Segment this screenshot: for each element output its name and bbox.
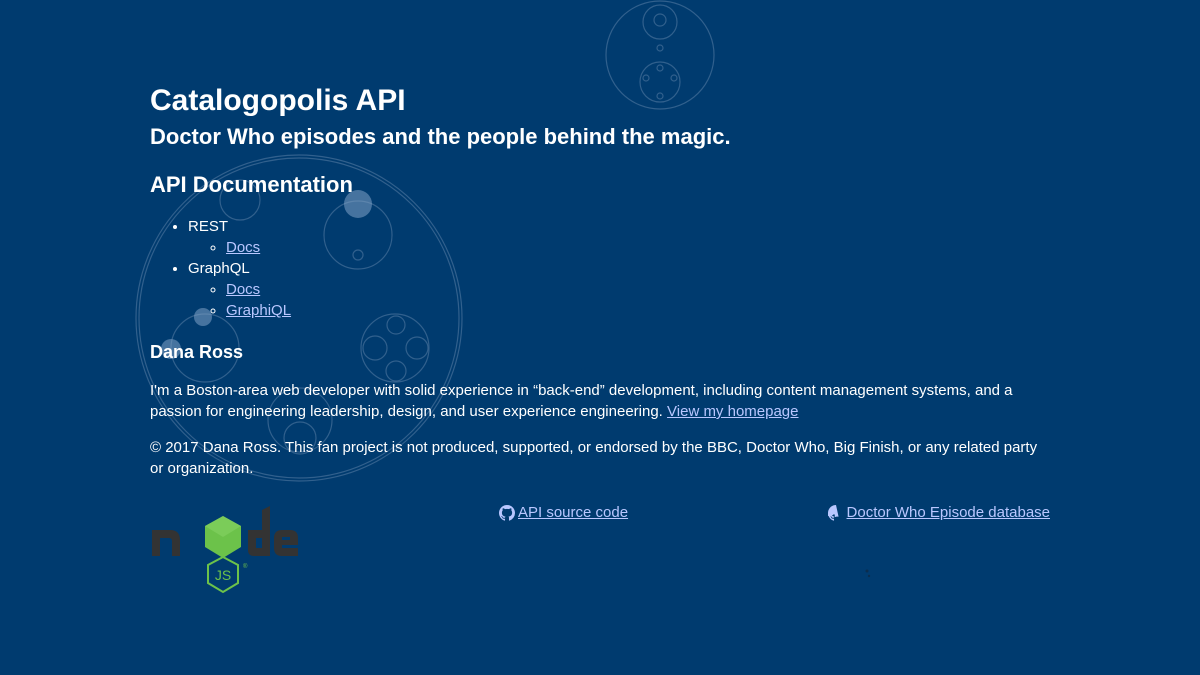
svg-text:JS: JS (215, 567, 231, 583)
list-item-label: REST (188, 218, 229, 235)
api-docs-heading: API Documentation (150, 172, 353, 197)
list-item: Docs (226, 237, 1050, 258)
graphql-links: Docs GraphiQL (188, 279, 1050, 321)
rest-links: Docs (188, 237, 1050, 258)
copyright-text: © 2017 Dana Ross. This fan project is no… (150, 439, 1038, 477)
svg-text:®: ® (243, 563, 248, 570)
graphiql-link[interactable]: GraphiQL (226, 302, 291, 319)
list-item-label: GraphQL (188, 260, 250, 277)
page: Catalogopolis API Doctor Who episodes an… (0, 0, 1200, 675)
api-docs-list: REST Docs GraphQL Docs GraphiQL (150, 216, 1050, 321)
github-icon (499, 505, 515, 521)
rest-docs-link[interactable]: Docs (226, 239, 260, 256)
homepage-link[interactable]: View my homepage (667, 403, 798, 420)
footer: JS ® API source code Doctor Who Episode … (150, 500, 1050, 600)
graphql-docs-link[interactable]: Docs (226, 281, 260, 298)
page-title: Catalogopolis API (150, 84, 406, 117)
page-subtitle: Doctor Who episodes and the people behin… (150, 124, 731, 149)
list-item-graphql: GraphQL Docs GraphiQL (188, 258, 1050, 321)
list-item: GraphiQL (226, 300, 1050, 321)
api-source-link[interactable]: API source code (518, 503, 628, 523)
list-item-rest: REST Docs (188, 216, 1050, 258)
episode-db-link-group: Doctor Who Episode database (827, 503, 1050, 523)
main-content: Catalogopolis API Doctor Who episodes an… (150, 84, 1050, 479)
github-icon (827, 505, 844, 521)
bio-text: I'm a Boston-area web developer with sol… (150, 382, 1013, 420)
api-source-link-group: API source code (499, 503, 628, 523)
author-name: Dana Ross (150, 342, 244, 362)
author-bio: I'm a Boston-area web developer with sol… (150, 380, 1050, 422)
list-item: Docs (226, 279, 1050, 300)
nodejs-logo[interactable]: JS ® (150, 500, 300, 596)
episode-db-link[interactable]: Doctor Who Episode database (847, 503, 1050, 523)
